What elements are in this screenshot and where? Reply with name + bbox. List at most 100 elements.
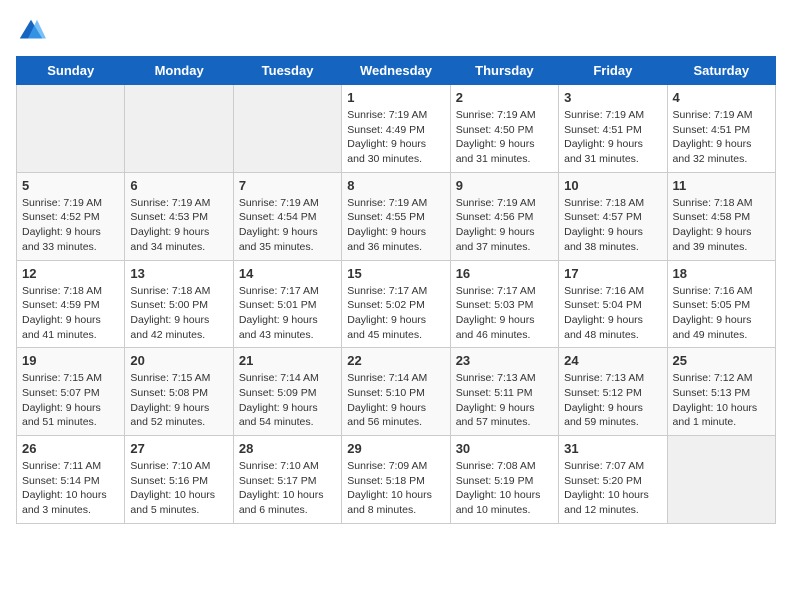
day-detail: Sunrise: 7:15 AM Sunset: 5:07 PM Dayligh… [22, 371, 119, 430]
calendar-cell: 17 Sunrise: 7:16 AM Sunset: 5:04 PM Dayli… [559, 260, 667, 348]
day-detail: Sunrise: 7:14 AM Sunset: 5:09 PM Dayligh… [239, 371, 336, 430]
day-detail: Sunrise: 7:15 AM Sunset: 5:08 PM Dayligh… [130, 371, 227, 430]
day-detail: Sunrise: 7:19 AM Sunset: 4:53 PM Dayligh… [130, 196, 227, 255]
day-detail: Sunrise: 7:18 AM Sunset: 5:00 PM Dayligh… [130, 284, 227, 343]
day-detail: Sunrise: 7:17 AM Sunset: 5:02 PM Dayligh… [347, 284, 444, 343]
calendar-cell: 4 Sunrise: 7:19 AM Sunset: 4:51 PM Daylig… [667, 85, 775, 173]
logo-icon [16, 16, 46, 46]
day-detail: Sunrise: 7:07 AM Sunset: 5:20 PM Dayligh… [564, 459, 661, 518]
calendar-cell [233, 85, 341, 173]
calendar-week-3: 12 Sunrise: 7:18 AM Sunset: 4:59 PM Dayli… [17, 260, 776, 348]
calendar-cell: 28 Sunrise: 7:10 AM Sunset: 5:17 PM Dayli… [233, 436, 341, 524]
day-number: 8 [347, 178, 444, 193]
day-detail: Sunrise: 7:10 AM Sunset: 5:16 PM Dayligh… [130, 459, 227, 518]
weekday-header-monday: Monday [125, 57, 233, 85]
day-detail: Sunrise: 7:11 AM Sunset: 5:14 PM Dayligh… [22, 459, 119, 518]
day-number: 22 [347, 353, 444, 368]
day-detail: Sunrise: 7:10 AM Sunset: 5:17 PM Dayligh… [239, 459, 336, 518]
calendar-week-5: 26 Sunrise: 7:11 AM Sunset: 5:14 PM Dayli… [17, 436, 776, 524]
day-detail: Sunrise: 7:19 AM Sunset: 4:50 PM Dayligh… [456, 108, 553, 167]
calendar-cell: 24 Sunrise: 7:13 AM Sunset: 5:12 PM Dayli… [559, 348, 667, 436]
calendar-cell: 14Sunrise: 7:17 AM Sunset: 5:01 PM Dayli… [233, 260, 341, 348]
day-number: 10 [564, 178, 661, 193]
day-detail: Sunrise: 7:14 AM Sunset: 5:10 PM Dayligh… [347, 371, 444, 430]
day-number: 13 [130, 266, 227, 281]
calendar-cell: 9Sunrise: 7:19 AM Sunset: 4:56 PM Daylig… [450, 172, 558, 260]
day-number: 16 [456, 266, 553, 281]
day-number: 30 [456, 441, 553, 456]
calendar-cell: 11Sunrise: 7:18 AM Sunset: 4:58 PM Dayli… [667, 172, 775, 260]
calendar-week-2: 5 Sunrise: 7:19 AM Sunset: 4:52 PM Daylig… [17, 172, 776, 260]
day-number: 6 [130, 178, 227, 193]
calendar-cell: 25 Sunrise: 7:12 AM Sunset: 5:13 PM Dayli… [667, 348, 775, 436]
calendar-cell: 15 Sunrise: 7:17 AM Sunset: 5:02 PM Dayli… [342, 260, 450, 348]
day-detail: Sunrise: 7:17 AM Sunset: 5:03 PM Dayligh… [456, 284, 553, 343]
calendar-cell: 12 Sunrise: 7:18 AM Sunset: 4:59 PM Dayli… [17, 260, 125, 348]
calendar-cell: 7 Sunrise: 7:19 AM Sunset: 4:54 PM Daylig… [233, 172, 341, 260]
calendar-cell: 31 Sunrise: 7:07 AM Sunset: 5:20 PM Dayli… [559, 436, 667, 524]
day-number: 21 [239, 353, 336, 368]
weekday-header-tuesday: Tuesday [233, 57, 341, 85]
logo [16, 16, 52, 46]
weekday-header-saturday: Saturday [667, 57, 775, 85]
day-detail: Sunrise: 7:18 AM Sunset: 4:59 PM Dayligh… [22, 284, 119, 343]
calendar-cell [125, 85, 233, 173]
calendar-cell: 19 Sunrise: 7:15 AM Sunset: 5:07 PM Dayli… [17, 348, 125, 436]
day-detail: Sunrise: 7:16 AM Sunset: 5:05 PM Dayligh… [673, 284, 770, 343]
day-number: 14 [239, 266, 336, 281]
calendar-cell: 30 Sunrise: 7:08 AM Sunset: 5:19 PM Dayli… [450, 436, 558, 524]
day-detail: Sunrise: 7:16 AM Sunset: 5:04 PM Dayligh… [564, 284, 661, 343]
day-detail: Sunrise: 7:18 AM Sunset: 4:57 PM Dayligh… [564, 196, 661, 255]
day-detail: Sunrise: 7:19 AM Sunset: 4:49 PM Dayligh… [347, 108, 444, 167]
day-number: 29 [347, 441, 444, 456]
calendar-cell: 29Sunrise: 7:09 AM Sunset: 5:18 PM Dayli… [342, 436, 450, 524]
day-number: 12 [22, 266, 119, 281]
weekday-header-friday: Friday [559, 57, 667, 85]
day-number: 19 [22, 353, 119, 368]
calendar-header-row: SundayMondayTuesdayWednesdayThursdayFrid… [17, 57, 776, 85]
day-number: 4 [673, 90, 770, 105]
calendar-cell: 8 Sunrise: 7:19 AM Sunset: 4:55 PM Daylig… [342, 172, 450, 260]
day-number: 3 [564, 90, 661, 105]
day-number: 24 [564, 353, 661, 368]
day-number: 31 [564, 441, 661, 456]
calendar-cell: 18 Sunrise: 7:16 AM Sunset: 5:05 PM Dayli… [667, 260, 775, 348]
calendar-week-4: 19 Sunrise: 7:15 AM Sunset: 5:07 PM Dayli… [17, 348, 776, 436]
day-number: 28 [239, 441, 336, 456]
day-number: 11 [673, 178, 770, 193]
day-number: 18 [673, 266, 770, 281]
calendar-cell [667, 436, 775, 524]
calendar-cell: 27 Sunrise: 7:10 AM Sunset: 5:16 PM Dayli… [125, 436, 233, 524]
calendar-cell: 13 Sunrise: 7:18 AM Sunset: 5:00 PM Dayli… [125, 260, 233, 348]
day-number: 26 [22, 441, 119, 456]
calendar-cell: 21 Sunrise: 7:14 AM Sunset: 5:09 PM Dayli… [233, 348, 341, 436]
day-number: 27 [130, 441, 227, 456]
day-detail: Sunrise: 7:19 AM Sunset: 4:52 PM Dayligh… [22, 196, 119, 255]
day-detail: Sunrise: 7:19 AM Sunset: 4:55 PM Dayligh… [347, 196, 444, 255]
calendar-cell: 5 Sunrise: 7:19 AM Sunset: 4:52 PM Daylig… [17, 172, 125, 260]
calendar-cell: 6 Sunrise: 7:19 AM Sunset: 4:53 PM Daylig… [125, 172, 233, 260]
day-number: 25 [673, 353, 770, 368]
day-detail: Sunrise: 7:13 AM Sunset: 5:11 PM Dayligh… [456, 371, 553, 430]
calendar-cell: 1Sunrise: 7:19 AM Sunset: 4:49 PM Daylig… [342, 85, 450, 173]
day-number: 7 [239, 178, 336, 193]
day-number: 17 [564, 266, 661, 281]
calendar-week-1: 1Sunrise: 7:19 AM Sunset: 4:49 PM Daylig… [17, 85, 776, 173]
day-number: 2 [456, 90, 553, 105]
calendar-cell: 22 Sunrise: 7:14 AM Sunset: 5:10 PM Dayli… [342, 348, 450, 436]
calendar-cell [17, 85, 125, 173]
day-number: 5 [22, 178, 119, 193]
calendar-cell: 20 Sunrise: 7:15 AM Sunset: 5:08 PM Dayli… [125, 348, 233, 436]
day-detail: Sunrise: 7:08 AM Sunset: 5:19 PM Dayligh… [456, 459, 553, 518]
day-detail: Sunrise: 7:12 AM Sunset: 5:13 PM Dayligh… [673, 371, 770, 430]
weekday-header-sunday: Sunday [17, 57, 125, 85]
day-detail: Sunrise: 7:19 AM Sunset: 4:51 PM Dayligh… [673, 108, 770, 167]
day-number: 20 [130, 353, 227, 368]
day-detail: Sunrise: 7:19 AM Sunset: 4:54 PM Dayligh… [239, 196, 336, 255]
day-number: 15 [347, 266, 444, 281]
calendar-cell: 10 Sunrise: 7:18 AM Sunset: 4:57 PM Dayli… [559, 172, 667, 260]
weekday-header-thursday: Thursday [450, 57, 558, 85]
day-detail: Sunrise: 7:13 AM Sunset: 5:12 PM Dayligh… [564, 371, 661, 430]
weekday-header-wednesday: Wednesday [342, 57, 450, 85]
calendar-cell: 16 Sunrise: 7:17 AM Sunset: 5:03 PM Dayli… [450, 260, 558, 348]
